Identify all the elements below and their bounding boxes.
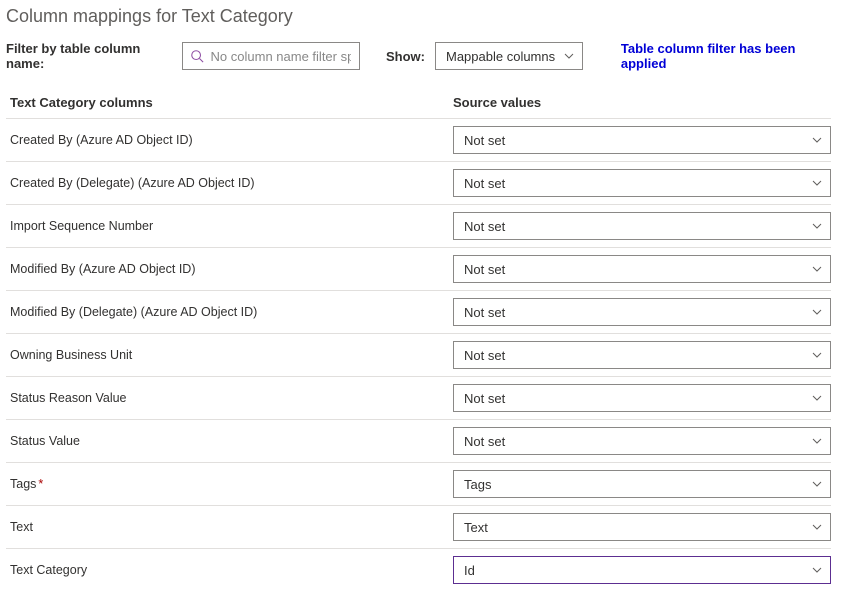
chevron-down-icon (564, 51, 574, 61)
table-row: Import Sequence Number Not set (6, 204, 831, 247)
source-value-text: Not set (464, 348, 505, 363)
column-name: Status Value (10, 434, 453, 448)
chevron-down-icon (812, 135, 822, 145)
filter-input-wrap (182, 42, 360, 70)
mapping-rows: Created By (Azure AD Object ID)Not setCr… (6, 118, 831, 591)
chevron-down-icon (812, 565, 822, 575)
source-value-select[interactable]: Tags (453, 470, 831, 498)
column-name: Created By (Delegate) (Azure AD Object I… (10, 176, 453, 190)
show-label: Show: (386, 49, 425, 64)
filter-applied-notice: Table column filter has been applied (621, 41, 831, 71)
chevron-down-icon (812, 393, 822, 403)
chevron-down-icon (812, 178, 822, 188)
table-row: Status Value Not set (6, 419, 831, 462)
table-row: Tags* Tags (6, 462, 831, 505)
show-select[interactable]: Mappable columns (435, 42, 583, 70)
source-value-select[interactable]: Id (453, 556, 831, 584)
source-value-text: Not set (464, 133, 505, 148)
chevron-down-icon (812, 479, 822, 489)
table-row: Created By (Delegate) (Azure AD Object I… (6, 161, 831, 204)
source-value-select[interactable]: Not set (453, 298, 831, 326)
table-row: Created By (Azure AD Object ID) Not set (6, 118, 831, 161)
source-value-select[interactable]: Not set (453, 427, 831, 455)
header-columns: Text Category columns (10, 95, 453, 110)
table-header: Text Category columns Source values (6, 89, 831, 118)
filter-label: Filter by table column name: (6, 41, 172, 71)
source-value-text: Not set (464, 262, 505, 277)
table-row: Modified By (Azure AD Object ID) Not set (6, 247, 831, 290)
show-select-value: Mappable columns (446, 49, 555, 64)
column-name: Tags* (10, 477, 453, 491)
source-value-select[interactable]: Not set (453, 212, 831, 240)
column-name: Import Sequence Number (10, 219, 453, 233)
chevron-down-icon (812, 350, 822, 360)
column-name: Modified By (Azure AD Object ID) (10, 262, 453, 276)
source-value-text: Id (464, 563, 475, 578)
table-row: Status Reason Value Not set (6, 376, 831, 419)
source-value-select[interactable]: Not set (453, 255, 831, 283)
chevron-down-icon (812, 264, 822, 274)
table-row: Owning Business Unit Not set (6, 333, 831, 376)
table-row: Modified By (Delegate) (Azure AD Object … (6, 290, 831, 333)
source-value-text: Text (464, 520, 488, 535)
column-name: Owning Business Unit (10, 348, 453, 362)
source-value-text: Not set (464, 219, 505, 234)
table-row: Text Category Id (6, 548, 831, 591)
column-name: Status Reason Value (10, 391, 453, 405)
page-title: Column mappings for Text Category (6, 6, 831, 27)
column-name: Text Category (10, 563, 453, 577)
source-value-text: Not set (464, 391, 505, 406)
chevron-down-icon (812, 307, 822, 317)
filter-input[interactable] (182, 42, 360, 70)
source-value-text: Not set (464, 176, 505, 191)
column-name: Created By (Azure AD Object ID) (10, 133, 453, 147)
chevron-down-icon (812, 221, 822, 231)
table-row: Text Text (6, 505, 831, 548)
source-value-select[interactable]: Not set (453, 169, 831, 197)
source-value-select[interactable]: Not set (453, 341, 831, 369)
source-value-text: Not set (464, 305, 505, 320)
source-value-text: Tags (464, 477, 491, 492)
source-value-select[interactable]: Not set (453, 126, 831, 154)
filter-bar: Filter by table column name: Show: Mappa… (6, 41, 831, 71)
header-source: Source values (453, 95, 831, 110)
column-name: Modified By (Delegate) (Azure AD Object … (10, 305, 453, 319)
column-name: Text (10, 520, 453, 534)
required-indicator: * (38, 477, 43, 491)
chevron-down-icon (812, 436, 822, 446)
source-value-text: Not set (464, 434, 505, 449)
chevron-down-icon (812, 522, 822, 532)
source-value-select[interactable]: Not set (453, 384, 831, 412)
source-value-select[interactable]: Text (453, 513, 831, 541)
